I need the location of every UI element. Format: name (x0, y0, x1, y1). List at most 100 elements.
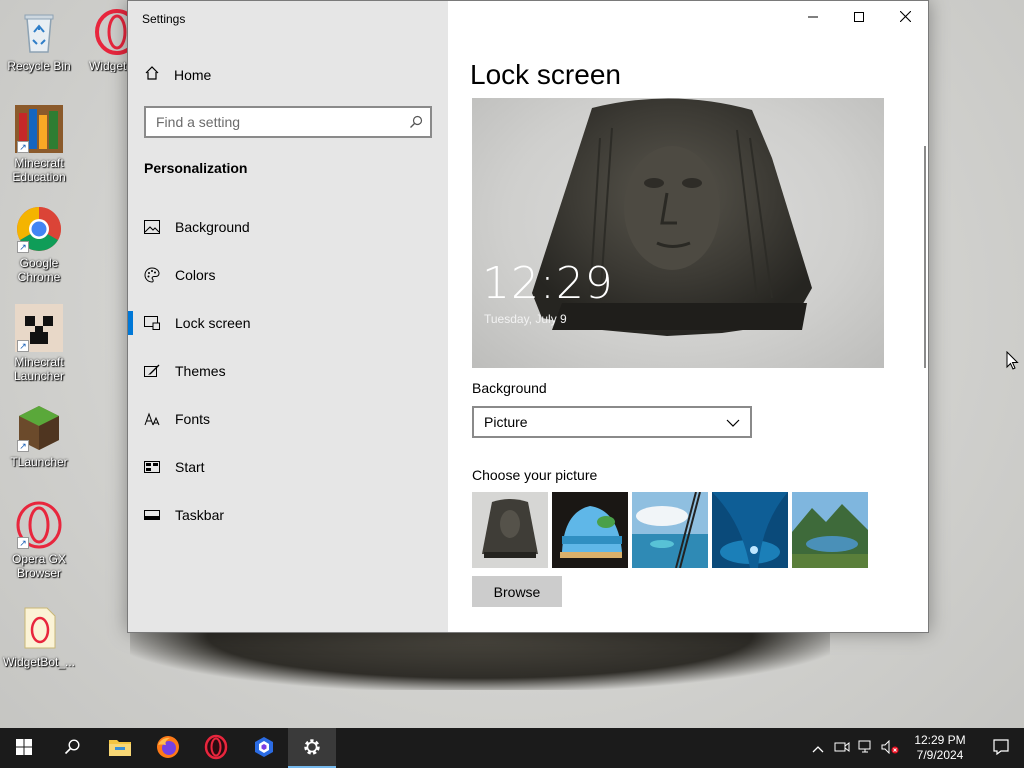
lock-screen-icon (144, 315, 160, 331)
tray-network-button[interactable] (854, 728, 878, 768)
camera-icon (834, 740, 850, 757)
desktop-icon-label: Minecraft Launcher (13, 355, 65, 383)
desktop-icon-minecraft-education[interactable]: ↗ Minecraft Education (1, 105, 77, 184)
thumbnail-underwater[interactable] (712, 492, 788, 568)
shortcut-arrow-icon: ↗ (17, 440, 29, 452)
nav-item-label: Colors (175, 267, 216, 283)
taskbar-search-button[interactable] (48, 728, 96, 768)
home-label: Home (174, 66, 212, 83)
chrome-icon: ↗ (15, 205, 63, 253)
desktop-icon-label: TLauncher (10, 455, 68, 469)
nav-item-label: Taskbar (175, 507, 225, 523)
search-icon (64, 738, 80, 758)
nav-item-label: Fonts (175, 411, 211, 427)
browse-button[interactable]: Browse (472, 576, 562, 607)
sidebar: Settings Home Personalization Background (128, 1, 448, 632)
nav-item-start[interactable]: Start (128, 443, 448, 491)
opera-icon (203, 734, 229, 763)
desktop-icon-tlauncher[interactable]: ↗ TLauncher (1, 404, 77, 469)
desktop-icon-recycle-bin[interactable]: Recycle Bin (1, 8, 77, 73)
nav-item-label: Background (175, 219, 250, 235)
desktop-icon-label: Opera GX Browser (11, 552, 67, 580)
nav-item-taskbar[interactable]: Taskbar (128, 491, 448, 539)
chevron-down-icon (726, 414, 740, 430)
palette-icon (144, 267, 160, 283)
page-title: Lock screen (470, 59, 621, 90)
file-icon (15, 604, 63, 652)
action-center-button[interactable] (978, 728, 1024, 768)
home-link[interactable]: Home (144, 65, 211, 84)
desktop-icon-label: Google Chrome (17, 256, 61, 284)
thumbnail-mountain-lake[interactable] (792, 492, 868, 568)
windows-logo-icon (16, 738, 32, 758)
nav-item-fonts[interactable]: Fonts (128, 395, 448, 443)
search-icon[interactable] (402, 115, 430, 129)
show-hidden-icons-button[interactable] (806, 728, 830, 768)
tray-volume-button[interactable] (878, 728, 902, 768)
desktop-icon-google-chrome[interactable]: ↗ Google Chrome (1, 205, 77, 284)
shortcut-arrow-icon: ↗ (17, 241, 29, 253)
main-content: Lock screen 12:29 Tuesday, July 9 Backgr… (470, 1, 910, 634)
desktop-icon-opera-gx[interactable]: ↗ Opera GX Browser (1, 501, 77, 580)
nav-item-background[interactable]: Background (128, 203, 448, 251)
scrollbar[interactable] (924, 146, 926, 368)
recycle-bin-icon (15, 8, 63, 56)
choose-picture-label: Choose your picture (472, 467, 598, 483)
file-explorer-icon (109, 738, 131, 759)
shortcut-arrow-icon: ↗ (17, 537, 29, 549)
chevron-up-icon (812, 740, 824, 756)
window-title: Settings (142, 12, 186, 26)
nav-item-lock-screen[interactable]: Lock screen (128, 299, 448, 347)
minecraft-launcher-icon: ↗ (15, 304, 63, 352)
nav-item-colors[interactable]: Colors (128, 251, 448, 299)
shortcut-arrow-icon: ↗ (17, 340, 29, 352)
background-dropdown-value: Picture (484, 414, 528, 430)
background-dropdown[interactable]: Picture (472, 406, 752, 438)
network-icon (858, 740, 874, 757)
taskbar-firefox[interactable] (144, 728, 192, 768)
nav-list: Background Colors Lock screen Themes Fon… (128, 203, 448, 539)
search-box[interactable] (144, 106, 432, 138)
system-tray: 12:29 PM 7/9/2024 (806, 728, 1024, 768)
firefox-icon (156, 735, 180, 762)
settings-window: Settings Home Personalization Background (127, 0, 929, 633)
nav-item-themes[interactable]: Themes (128, 347, 448, 395)
desktop-icon-minecraft-launcher[interactable]: ↗ Minecraft Launcher (1, 304, 77, 383)
taskbar-file-explorer[interactable] (96, 728, 144, 768)
desktop-icon-label: Minecraft Education (12, 156, 66, 184)
copilot-icon (253, 736, 275, 761)
tray-meet-button[interactable] (830, 728, 854, 768)
lock-screen-date: Tuesday, July 9 (484, 312, 567, 326)
bust-image (532, 98, 812, 336)
taskbar-clock[interactable]: 12:29 PM 7/9/2024 (902, 733, 978, 763)
desktop-icon-label: WidgetBot_... (2, 655, 76, 669)
minecraft-education-icon: ↗ (15, 105, 63, 153)
taskbar-opera[interactable] (192, 728, 240, 768)
taskbar-settings[interactable] (288, 728, 336, 768)
lock-screen-preview: 12:29 Tuesday, July 9 (472, 98, 884, 368)
start-button[interactable] (0, 728, 48, 768)
desktop-icon-widgetbot[interactable]: WidgetBot_... (1, 604, 77, 669)
search-input[interactable] (146, 108, 402, 136)
nav-item-label: Start (175, 459, 205, 475)
section-title: Personalization (144, 160, 248, 176)
thumbnail-ocean-window[interactable] (632, 492, 708, 568)
start-icon (144, 459, 160, 475)
opera-gx-icon: ↗ (15, 501, 63, 549)
tlauncher-icon: ↗ (15, 404, 63, 452)
taskbar-copilot[interactable] (240, 728, 288, 768)
notification-icon (993, 738, 1009, 758)
fonts-icon (144, 411, 160, 427)
desktop-icon-widget[interactable]: Widget (75, 8, 135, 73)
desktop-icon-label: Recycle Bin (7, 59, 71, 73)
thumbnail-bust[interactable] (472, 492, 548, 568)
background-label: Background (472, 380, 547, 396)
lock-screen-time: 12:29 (482, 258, 614, 309)
shortcut-arrow-icon: ↗ (17, 141, 29, 153)
settings-icon (302, 737, 322, 760)
thumbnail-cave-beach[interactable] (552, 492, 628, 568)
taskbar-date: 7/9/2024 (916, 748, 964, 762)
themes-icon (144, 363, 160, 379)
mouse-cursor-icon (1006, 350, 1019, 374)
volume-muted-icon (881, 739, 899, 757)
